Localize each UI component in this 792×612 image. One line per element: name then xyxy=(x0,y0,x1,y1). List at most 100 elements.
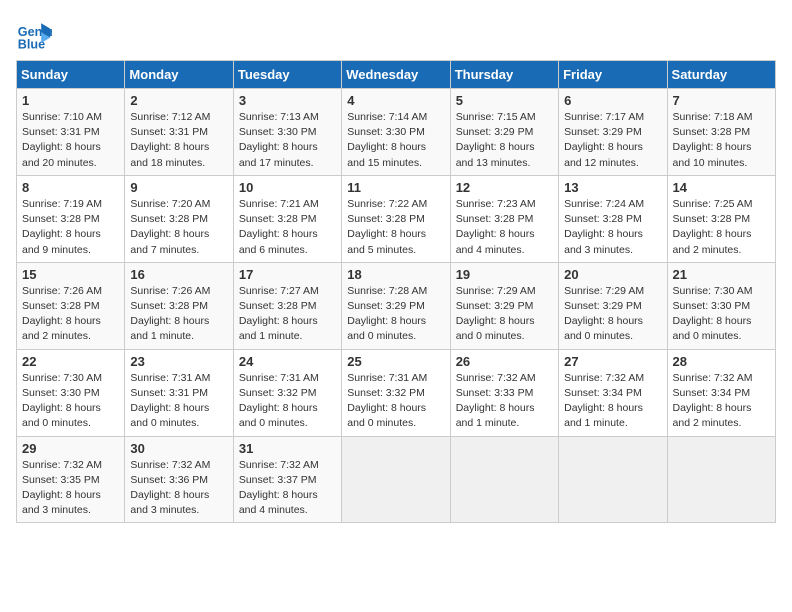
weekday-header-thursday: Thursday xyxy=(450,61,558,89)
calendar-cell: 10 Sunrise: 7:21 AM Sunset: 3:28 PM Dayl… xyxy=(233,175,341,262)
day-number: 13 xyxy=(564,180,661,195)
daylight-label: Daylight: 8 hours and 2 minutes. xyxy=(673,402,752,429)
daylight-label: Daylight: 8 hours and 1 minute. xyxy=(239,315,318,342)
calendar-cell: 19 Sunrise: 7:29 AM Sunset: 3:29 PM Dayl… xyxy=(450,262,558,349)
daylight-label: Daylight: 8 hours and 10 minutes. xyxy=(673,141,752,168)
calendar-cell: 14 Sunrise: 7:25 AM Sunset: 3:28 PM Dayl… xyxy=(667,175,775,262)
calendar-cell: 30 Sunrise: 7:32 AM Sunset: 3:36 PM Dayl… xyxy=(125,436,233,523)
sunrise-label: Sunrise: 7:20 AM xyxy=(130,198,210,210)
sunrise-label: Sunrise: 7:29 AM xyxy=(456,285,536,297)
sunset-label: Sunset: 3:35 PM xyxy=(22,474,100,486)
sunset-label: Sunset: 3:28 PM xyxy=(673,126,751,138)
calendar-cell: 28 Sunrise: 7:32 AM Sunset: 3:34 PM Dayl… xyxy=(667,349,775,436)
sunset-label: Sunset: 3:37 PM xyxy=(239,474,317,486)
sunrise-label: Sunrise: 7:27 AM xyxy=(239,285,319,297)
daylight-label: Daylight: 8 hours and 20 minutes. xyxy=(22,141,101,168)
sunset-label: Sunset: 3:29 PM xyxy=(347,300,425,312)
day-number: 3 xyxy=(239,93,336,108)
calendar-cell: 17 Sunrise: 7:27 AM Sunset: 3:28 PM Dayl… xyxy=(233,262,341,349)
cell-info: Sunrise: 7:24 AM Sunset: 3:28 PM Dayligh… xyxy=(564,197,661,258)
calendar-week-row: 15 Sunrise: 7:26 AM Sunset: 3:28 PM Dayl… xyxy=(17,262,776,349)
calendar-cell: 1 Sunrise: 7:10 AM Sunset: 3:31 PM Dayli… xyxy=(17,89,125,176)
calendar-cell: 25 Sunrise: 7:31 AM Sunset: 3:32 PM Dayl… xyxy=(342,349,450,436)
calendar-cell: 13 Sunrise: 7:24 AM Sunset: 3:28 PM Dayl… xyxy=(559,175,667,262)
day-number: 9 xyxy=(130,180,227,195)
cell-info: Sunrise: 7:31 AM Sunset: 3:31 PM Dayligh… xyxy=(130,371,227,432)
calendar-cell xyxy=(342,436,450,523)
cell-info: Sunrise: 7:32 AM Sunset: 3:33 PM Dayligh… xyxy=(456,371,553,432)
sunset-label: Sunset: 3:34 PM xyxy=(564,387,642,399)
weekday-header-monday: Monday xyxy=(125,61,233,89)
sunrise-label: Sunrise: 7:26 AM xyxy=(22,285,102,297)
sunset-label: Sunset: 3:31 PM xyxy=(130,126,208,138)
calendar-cell: 6 Sunrise: 7:17 AM Sunset: 3:29 PM Dayli… xyxy=(559,89,667,176)
cell-info: Sunrise: 7:10 AM Sunset: 3:31 PM Dayligh… xyxy=(22,110,119,171)
sunset-label: Sunset: 3:32 PM xyxy=(239,387,317,399)
day-number: 11 xyxy=(347,180,444,195)
daylight-label: Daylight: 8 hours and 0 minutes. xyxy=(564,315,643,342)
calendar-cell: 23 Sunrise: 7:31 AM Sunset: 3:31 PM Dayl… xyxy=(125,349,233,436)
calendar-cell: 18 Sunrise: 7:28 AM Sunset: 3:29 PM Dayl… xyxy=(342,262,450,349)
calendar-cell xyxy=(559,436,667,523)
sunset-label: Sunset: 3:28 PM xyxy=(130,213,208,225)
daylight-label: Daylight: 8 hours and 0 minutes. xyxy=(673,315,752,342)
daylight-label: Daylight: 8 hours and 17 minutes. xyxy=(239,141,318,168)
calendar-cell: 31 Sunrise: 7:32 AM Sunset: 3:37 PM Dayl… xyxy=(233,436,341,523)
cell-info: Sunrise: 7:32 AM Sunset: 3:36 PM Dayligh… xyxy=(130,458,227,519)
cell-info: Sunrise: 7:15 AM Sunset: 3:29 PM Dayligh… xyxy=(456,110,553,171)
day-number: 24 xyxy=(239,354,336,369)
sunset-label: Sunset: 3:30 PM xyxy=(673,300,751,312)
sunrise-label: Sunrise: 7:26 AM xyxy=(130,285,210,297)
logo-icon: General Blue xyxy=(16,16,52,52)
sunrise-label: Sunrise: 7:24 AM xyxy=(564,198,644,210)
sunset-label: Sunset: 3:28 PM xyxy=(22,300,100,312)
day-number: 30 xyxy=(130,441,227,456)
weekday-header-friday: Friday xyxy=(559,61,667,89)
sunset-label: Sunset: 3:30 PM xyxy=(22,387,100,399)
sunrise-label: Sunrise: 7:31 AM xyxy=(347,372,427,384)
daylight-label: Daylight: 8 hours and 3 minutes. xyxy=(22,489,101,516)
sunset-label: Sunset: 3:33 PM xyxy=(456,387,534,399)
daylight-label: Daylight: 8 hours and 7 minutes. xyxy=(130,228,209,255)
sunset-label: Sunset: 3:31 PM xyxy=(130,387,208,399)
daylight-label: Daylight: 8 hours and 0 minutes. xyxy=(239,402,318,429)
cell-info: Sunrise: 7:17 AM Sunset: 3:29 PM Dayligh… xyxy=(564,110,661,171)
sunrise-label: Sunrise: 7:18 AM xyxy=(673,111,753,123)
weekday-header-wednesday: Wednesday xyxy=(342,61,450,89)
weekday-header-row: SundayMondayTuesdayWednesdayThursdayFrid… xyxy=(17,61,776,89)
cell-info: Sunrise: 7:32 AM Sunset: 3:35 PM Dayligh… xyxy=(22,458,119,519)
calendar-cell: 29 Sunrise: 7:32 AM Sunset: 3:35 PM Dayl… xyxy=(17,436,125,523)
calendar-week-row: 29 Sunrise: 7:32 AM Sunset: 3:35 PM Dayl… xyxy=(17,436,776,523)
daylight-label: Daylight: 8 hours and 1 minute. xyxy=(130,315,209,342)
sunrise-label: Sunrise: 7:31 AM xyxy=(239,372,319,384)
sunset-label: Sunset: 3:28 PM xyxy=(456,213,534,225)
calendar-cell: 4 Sunrise: 7:14 AM Sunset: 3:30 PM Dayli… xyxy=(342,89,450,176)
sunset-label: Sunset: 3:28 PM xyxy=(130,300,208,312)
daylight-label: Daylight: 8 hours and 15 minutes. xyxy=(347,141,426,168)
day-number: 2 xyxy=(130,93,227,108)
calendar-week-row: 8 Sunrise: 7:19 AM Sunset: 3:28 PM Dayli… xyxy=(17,175,776,262)
sunrise-label: Sunrise: 7:32 AM xyxy=(130,459,210,471)
calendar-cell: 24 Sunrise: 7:31 AM Sunset: 3:32 PM Dayl… xyxy=(233,349,341,436)
calendar-table: SundayMondayTuesdayWednesdayThursdayFrid… xyxy=(16,60,776,523)
cell-info: Sunrise: 7:18 AM Sunset: 3:28 PM Dayligh… xyxy=(673,110,770,171)
cell-info: Sunrise: 7:26 AM Sunset: 3:28 PM Dayligh… xyxy=(22,284,119,345)
sunset-label: Sunset: 3:30 PM xyxy=(347,126,425,138)
sunrise-label: Sunrise: 7:12 AM xyxy=(130,111,210,123)
cell-info: Sunrise: 7:31 AM Sunset: 3:32 PM Dayligh… xyxy=(347,371,444,432)
calendar-cell: 9 Sunrise: 7:20 AM Sunset: 3:28 PM Dayli… xyxy=(125,175,233,262)
sunrise-label: Sunrise: 7:17 AM xyxy=(564,111,644,123)
calendar-cell: 3 Sunrise: 7:13 AM Sunset: 3:30 PM Dayli… xyxy=(233,89,341,176)
day-number: 31 xyxy=(239,441,336,456)
sunset-label: Sunset: 3:32 PM xyxy=(347,387,425,399)
calendar-cell: 16 Sunrise: 7:26 AM Sunset: 3:28 PM Dayl… xyxy=(125,262,233,349)
daylight-label: Daylight: 8 hours and 4 minutes. xyxy=(239,489,318,516)
cell-info: Sunrise: 7:14 AM Sunset: 3:30 PM Dayligh… xyxy=(347,110,444,171)
sunrise-label: Sunrise: 7:14 AM xyxy=(347,111,427,123)
sunset-label: Sunset: 3:31 PM xyxy=(22,126,100,138)
calendar-week-row: 22 Sunrise: 7:30 AM Sunset: 3:30 PM Dayl… xyxy=(17,349,776,436)
calendar-cell: 15 Sunrise: 7:26 AM Sunset: 3:28 PM Dayl… xyxy=(17,262,125,349)
daylight-label: Daylight: 8 hours and 12 minutes. xyxy=(564,141,643,168)
calendar-cell: 11 Sunrise: 7:22 AM Sunset: 3:28 PM Dayl… xyxy=(342,175,450,262)
sunrise-label: Sunrise: 7:30 AM xyxy=(22,372,102,384)
